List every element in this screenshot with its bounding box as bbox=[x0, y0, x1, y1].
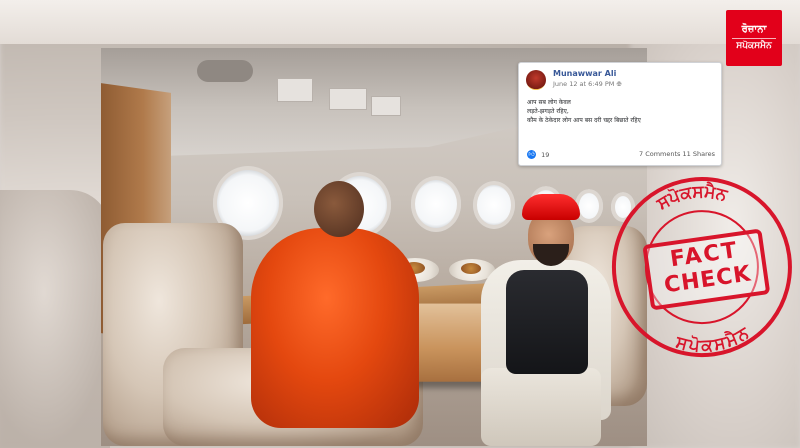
cabin-window bbox=[411, 176, 461, 232]
red-cap bbox=[522, 194, 580, 220]
globe-icon: 🌐︎ bbox=[616, 80, 622, 88]
svg-text:ਸਪੋਕਸਮੈਨ: ਸਪੋਕਸਮੈਨ bbox=[670, 322, 755, 362]
comments-count: 7 Comments bbox=[639, 150, 681, 158]
post-stats: 7 Comments 11 Shares bbox=[639, 150, 715, 158]
like-icon: 👍︎ bbox=[527, 150, 536, 159]
post-author: Munawwar Ali bbox=[553, 69, 617, 78]
post-meta: June 12 at 6:49 PM 🌐︎ bbox=[553, 80, 622, 89]
likes-count: 19 bbox=[541, 150, 550, 159]
ceiling-panel bbox=[371, 96, 401, 116]
post-footer: 👍︎ 19 7 Comments 11 Shares bbox=[527, 150, 715, 159]
facebook-post-screenshot: Munawwar Ali June 12 at 6:49 PM 🌐︎ आप सब… bbox=[518, 62, 722, 166]
logo-line-2: ਸਪੋਕਸਮੈਨ bbox=[736, 41, 772, 51]
post-line: आप सब लोग केवल bbox=[527, 99, 571, 106]
logo-divider bbox=[732, 38, 776, 39]
shares-count: 11 Shares bbox=[682, 150, 715, 158]
avatar bbox=[526, 70, 546, 90]
ceiling-panel bbox=[277, 78, 313, 102]
black-vest bbox=[506, 270, 588, 374]
person-in-saffron-robe bbox=[251, 228, 419, 428]
person-head bbox=[314, 181, 364, 237]
fact-check-stamp: ਸਪੋਕਸਮੈਨ ਸਪੋਕਸਮੈਨ FACT CHECK bbox=[598, 163, 800, 372]
background-top-strip bbox=[0, 0, 800, 44]
post-timestamp: June 12 at 6:49 PM bbox=[553, 80, 615, 88]
person-white-pants bbox=[481, 368, 601, 446]
ceiling-vent bbox=[197, 60, 253, 82]
post-line: लड़ते-झगड़ते रहिए, bbox=[527, 108, 569, 115]
logo-line-1: ਰੋਜ਼ਾਨਾ bbox=[741, 24, 767, 35]
rozana-spokesman-logo: ਰੋਜ਼ਾਨਾ ਸਪੋਕਸਮੈਨ bbox=[726, 10, 782, 66]
post-line: कौम के ठेकेदार लोग आप बस दरी चद्दर बिछात… bbox=[527, 117, 641, 124]
food bbox=[461, 263, 481, 274]
stamp-ring-bottom-text: ਸਪੋਕਸਮੈਨ bbox=[670, 322, 755, 362]
ceiling-panel bbox=[329, 88, 367, 110]
cabin-window bbox=[473, 181, 515, 229]
post-text: आप सब लोग केवल लड़ते-झगड़ते रहिए, कौम के… bbox=[527, 98, 641, 125]
background-seat bbox=[0, 190, 110, 448]
